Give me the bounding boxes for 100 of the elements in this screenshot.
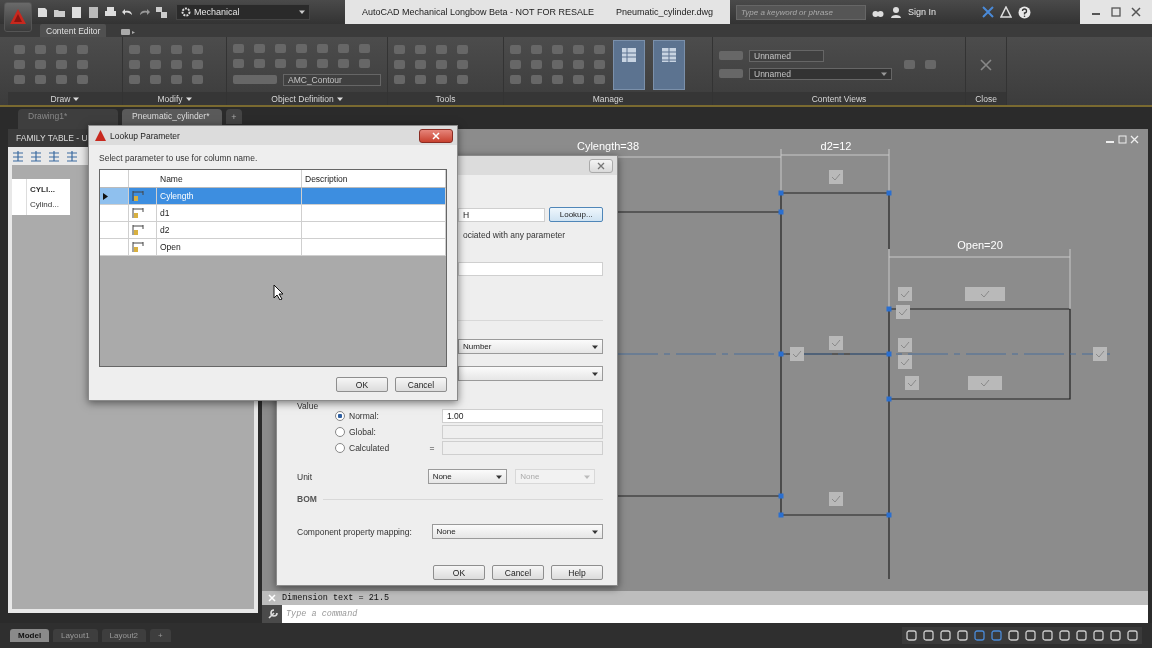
status-icon[interactable] [1059, 630, 1070, 641]
tool-icon[interactable] [77, 45, 88, 54]
table-view-button[interactable] [613, 39, 645, 90]
tool-icon[interactable] [129, 60, 140, 69]
tool-icon[interactable] [719, 51, 743, 60]
toolbar-icon[interactable] [87, 5, 100, 19]
tool-icon[interactable] [233, 43, 244, 53]
toolbar-icon[interactable] [36, 5, 49, 19]
tool-icon[interactable] [192, 75, 203, 84]
search-field[interactable]: Type a keyword or phrase [736, 4, 866, 20]
tool-icon[interactable] [359, 58, 370, 68]
tool-icon[interactable] [436, 45, 447, 54]
panel-label-bar[interactable]: Modify [123, 92, 226, 105]
tool-icon[interactable] [254, 43, 265, 53]
help-icon[interactable] [1018, 5, 1032, 19]
table-tool-icon[interactable] [66, 150, 78, 162]
column-header[interactable]: Name [157, 170, 302, 187]
tool-icon[interactable] [925, 60, 936, 69]
parameter-row[interactable]: Open [100, 239, 446, 256]
tool-icon[interactable] [552, 45, 563, 54]
mapping-dropdown[interactable]: None [431, 524, 603, 539]
status-icon[interactable] [1042, 630, 1053, 641]
constraint-icon[interactable] [1093, 347, 1107, 361]
tool-icon[interactable] [233, 58, 244, 68]
radio-button[interactable] [335, 411, 345, 421]
tool-icon[interactable] [14, 60, 25, 69]
tool-icon[interactable] [594, 45, 605, 54]
tool-icon[interactable] [275, 58, 286, 68]
tool-icon[interactable] [150, 45, 161, 54]
layout-tab[interactable]: Layout2 [101, 629, 147, 642]
close-button[interactable] [419, 128, 453, 143]
parameter-row[interactable]: d2 [100, 222, 446, 239]
tool-icon[interactable] [129, 45, 140, 54]
tool-icon[interactable] [317, 58, 328, 68]
tool-icon[interactable] [35, 45, 46, 54]
panel-label-bar[interactable]: Draw [8, 92, 122, 105]
maximize-icon[interactable] [1110, 7, 1122, 17]
tool-icon[interactable] [436, 75, 447, 84]
triangle-icon[interactable] [1000, 6, 1013, 18]
status-icon[interactable] [991, 630, 1002, 641]
status-icon[interactable] [1093, 630, 1104, 641]
tool-icon[interactable] [338, 43, 349, 53]
table-view-button[interactable] [653, 39, 685, 90]
tool-icon[interactable] [415, 60, 426, 69]
lookup-button[interactable]: Lookup... [549, 207, 603, 222]
tool-icon[interactable] [457, 75, 468, 84]
tool-icon[interactable] [35, 60, 46, 69]
layout-tab[interactable]: Layout1 [53, 629, 98, 642]
tool-icon[interactable] [150, 60, 161, 69]
layout-tab[interactable]: Model [10, 629, 50, 642]
status-icon[interactable] [957, 630, 968, 641]
tool-icon[interactable] [394, 75, 405, 84]
tool-icon[interactable] [77, 75, 88, 84]
table-tool-icon[interactable] [48, 150, 60, 162]
radio-button[interactable] [335, 427, 345, 437]
tool-icon[interactable] [317, 43, 328, 53]
tool-icon[interactable] [531, 45, 542, 54]
command-input[interactable]: Type a command [282, 605, 1148, 623]
value-field[interactable]: 1.00 [442, 409, 603, 423]
tool-icon[interactable] [436, 60, 447, 69]
tool-icon[interactable] [254, 58, 265, 68]
camera-icon[interactable] [120, 27, 137, 37]
new-tab-button[interactable]: + [226, 109, 242, 124]
tool-icon[interactable] [573, 60, 584, 69]
tool-icon[interactable] [338, 58, 349, 68]
tool-icon[interactable] [56, 45, 67, 54]
dialog-button[interactable]: Cancel [395, 377, 447, 392]
toolbar-icon[interactable] [70, 5, 83, 19]
radio-button[interactable] [335, 443, 345, 453]
constraint-icon[interactable] [898, 338, 912, 352]
table-tool-icon[interactable] [12, 150, 24, 162]
tool-icon[interactable] [233, 75, 277, 84]
workspace-dropdown[interactable]: Mechanical [176, 4, 310, 20]
tool-icon[interactable] [573, 45, 584, 54]
viewport-minimize-icon[interactable] [1105, 141, 1115, 143]
tool-icon[interactable] [171, 45, 182, 54]
tool-icon[interactable] [531, 60, 542, 69]
tool-icon[interactable] [35, 75, 46, 84]
status-icon[interactable] [1025, 630, 1036, 641]
ribbon-tab[interactable]: Content Editor [40, 24, 107, 37]
tool-icon[interactable] [552, 60, 563, 69]
dialog-button[interactable]: Cancel [492, 565, 544, 580]
panel-label-bar[interactable]: Close [966, 92, 1006, 105]
tool-icon[interactable] [359, 43, 370, 53]
tool-icon[interactable] [14, 75, 25, 84]
tool-icon[interactable] [510, 45, 521, 54]
tool-icon[interactable] [296, 43, 307, 53]
tool-icon[interactable] [510, 60, 521, 69]
tool-icon[interactable] [552, 75, 563, 84]
constraint-icon[interactable] [905, 376, 919, 390]
tool-icon[interactable] [594, 75, 605, 84]
toolbar-icon[interactable] [155, 5, 168, 19]
tool-icon[interactable] [56, 60, 67, 69]
tool-icon[interactable] [14, 45, 25, 54]
exchange-icon[interactable] [982, 6, 995, 18]
tool-icon[interactable] [531, 75, 542, 84]
tool-icon[interactable] [719, 69, 743, 78]
ribbon-field[interactable]: Unnamed [749, 49, 824, 62]
tool-icon[interactable] [275, 43, 286, 53]
column-header[interactable]: Description [302, 170, 446, 187]
